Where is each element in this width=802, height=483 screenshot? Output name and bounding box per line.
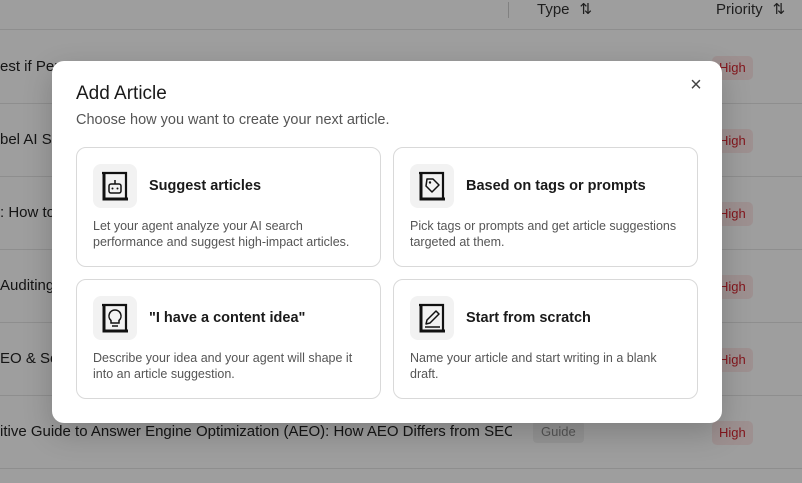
card-title: Start from scratch (466, 310, 591, 326)
pencil-icon (410, 296, 454, 340)
card-description: Describe your idea and your agent will s… (93, 351, 353, 381)
modal-subtitle: Choose how you want to create your next … (76, 112, 390, 128)
tags-prompts-card[interactable]: Based on tags or prompts Pick tags or pr… (393, 147, 698, 267)
suggest-articles-card[interactable]: Suggest articles Let your agent analyze … (76, 147, 381, 267)
robot-icon (93, 164, 137, 208)
add-article-modal: × Add Article Choose how you want to cre… (52, 61, 722, 423)
card-description: Let your agent analyze your AI search pe… (93, 219, 350, 249)
tag-icon (410, 164, 454, 208)
card-description: Name your article and start writing in a… (410, 351, 657, 381)
modal-title: Add Article (76, 83, 167, 104)
start-from-scratch-card[interactable]: Start from scratch Name your article and… (393, 279, 698, 399)
card-title: Based on tags or prompts (466, 178, 646, 194)
card-title: "I have a content idea" (149, 310, 306, 326)
content-idea-card[interactable]: "I have a content idea" Describe your id… (76, 279, 381, 399)
close-icon[interactable]: × (686, 75, 706, 95)
card-description: Pick tags or prompts and get article sug… (410, 219, 677, 249)
card-title: Suggest articles (149, 178, 262, 194)
lightbulb-icon (93, 296, 137, 340)
